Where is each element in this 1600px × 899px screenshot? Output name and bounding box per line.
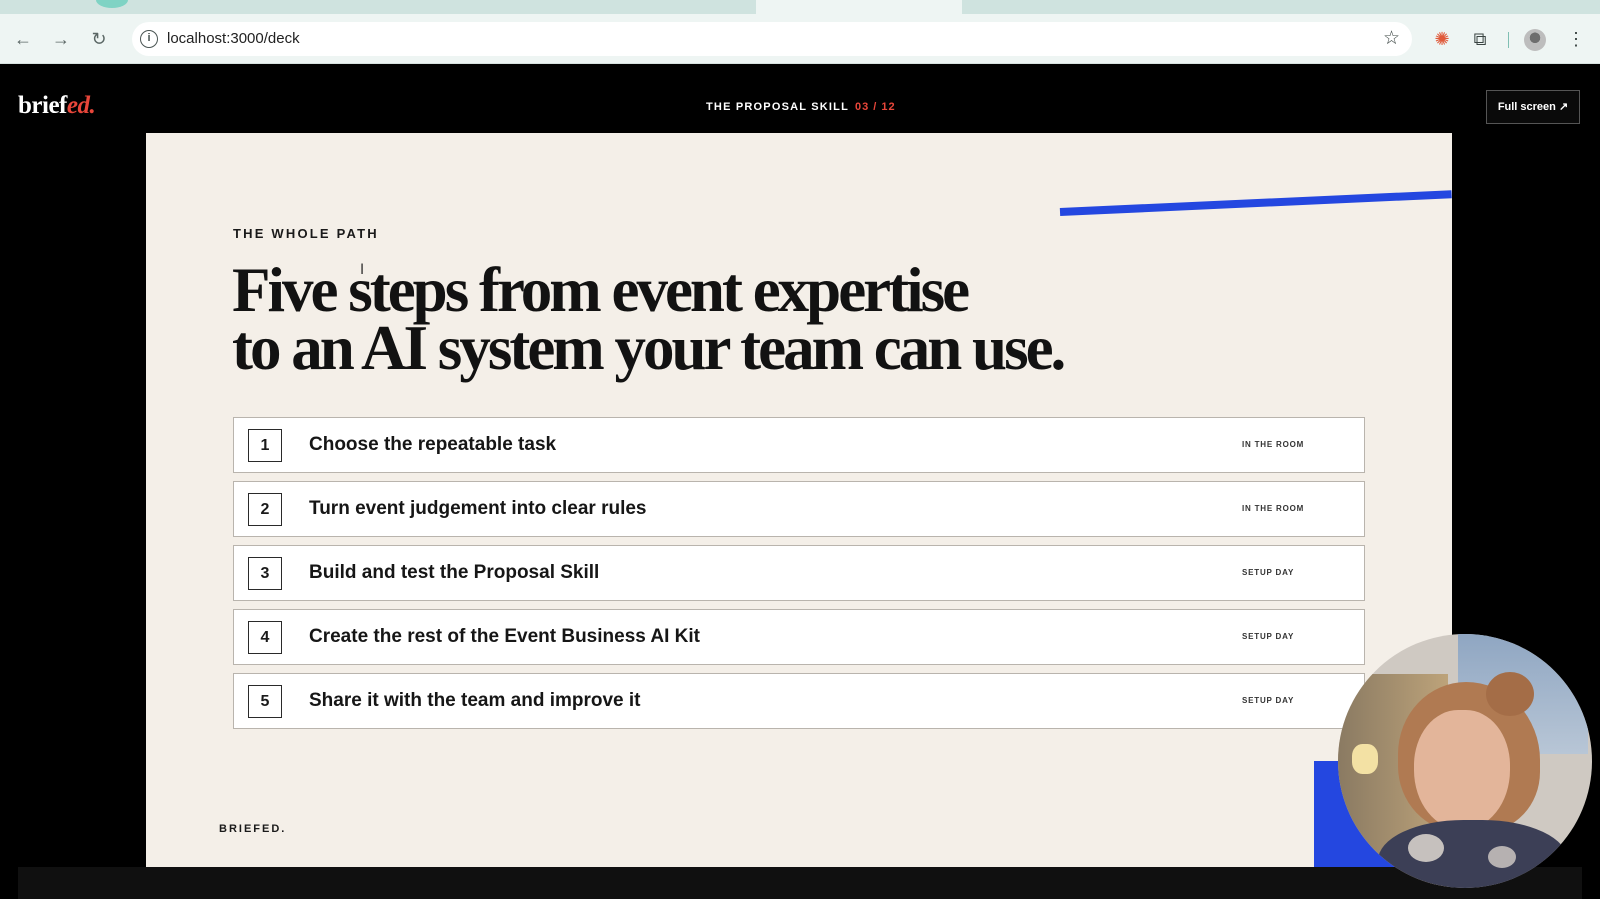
step-row: 5 Share it with the team and improve it … <box>233 673 1365 729</box>
text-cursor-icon: I <box>360 262 365 278</box>
steps-list: 1 Choose the repeatable task IN THE ROOM… <box>233 417 1365 737</box>
bookmark-star-icon[interactable]: ☆ <box>1383 27 1400 50</box>
tab-favicon[interactable] <box>96 0 128 8</box>
reload-icon[interactable]: ↻ <box>86 26 112 52</box>
forward-arrow-icon[interactable]: → <box>48 26 74 52</box>
step-number: 3 <box>248 557 282 590</box>
back-arrow-icon[interactable]: ← <box>10 26 36 52</box>
cam-body <box>1378 820 1568 888</box>
url-text[interactable]: localhost:3000/deck <box>167 30 300 47</box>
cam-face <box>1414 710 1510 830</box>
step-tag: SETUP DAY <box>1242 632 1295 641</box>
step-label: Build and test the Proposal Skill <box>309 562 600 583</box>
cam-pattern <box>1408 834 1444 862</box>
cam-pattern <box>1488 846 1516 868</box>
step-row: 1 Choose the repeatable task IN THE ROOM <box>233 417 1365 473</box>
step-tag: SETUP DAY <box>1242 696 1295 705</box>
step-number: 1 <box>248 429 282 462</box>
step-number: 2 <box>248 493 282 526</box>
deck-title: THE PROPOSAL SKILL <box>706 101 850 113</box>
slide-eyebrow: THE WHOLE PATH <box>233 226 379 241</box>
step-label: Choose the repeatable task <box>309 434 557 455</box>
slide-footer-brand: BRIEFED. <box>219 823 287 835</box>
step-number: 5 <box>248 685 282 718</box>
headline-line-2: to an AI system your team can use. <box>232 313 1066 383</box>
briefed-logo[interactable]: briefed. <box>18 92 96 120</box>
step-tag: SETUP DAY <box>1242 568 1295 577</box>
toolbar-divider <box>1508 32 1509 48</box>
slide-counter: 03 / 12 <box>855 101 896 113</box>
step-row: 2 Turn event judgement into clear rules … <box>233 481 1365 537</box>
profile-avatar-icon[interactable] <box>1524 29 1546 51</box>
step-row: 4 Create the rest of the Event Business … <box>233 609 1365 665</box>
step-row: 3 Build and test the Proposal Skill SETU… <box>233 545 1365 601</box>
step-tag: IN THE ROOM <box>1242 504 1305 513</box>
headline-line-1: Five steps from event expertise <box>232 255 970 325</box>
step-number: 4 <box>248 621 282 654</box>
more-menu-icon[interactable]: ⋮ <box>1564 27 1588 51</box>
address-bar[interactable]: i localhost:3000/deck ☆ <box>132 22 1412 56</box>
step-label: Share it with the team and improve it <box>309 690 641 711</box>
site-info-icon[interactable]: i <box>140 30 158 48</box>
webcam-overlay[interactable] <box>1338 634 1592 888</box>
slide-canvas: THE WHOLE PATH Five steps from event exp… <box>146 133 1452 867</box>
step-label: Create the rest of the Event Business AI… <box>309 626 701 647</box>
extension-spark-icon[interactable]: ✺ <box>1430 27 1454 51</box>
step-label: Turn event judgement into clear rules <box>309 498 647 519</box>
decorative-blue-stroke <box>1059 190 1452 216</box>
extensions-puzzle-icon[interactable]: ⧉ <box>1468 27 1492 51</box>
slide-headline: Five steps from event expertise to an AI… <box>232 255 1352 383</box>
step-tag: IN THE ROOM <box>1242 440 1305 449</box>
cam-hair-bun <box>1486 672 1534 716</box>
logo-accent-text: ed. <box>66 92 96 119</box>
active-tab[interactable] <box>756 0 962 14</box>
browser-tab-strip <box>0 0 1600 14</box>
browser-toolbar: ← → ↻ i localhost:3000/deck ☆ ✺ ⧉ ⋮ <box>0 14 1600 64</box>
fullscreen-button[interactable]: Full screen ↗ <box>1486 90 1580 124</box>
cam-lamp <box>1352 744 1378 774</box>
logo-main-text: brief <box>18 92 67 119</box>
